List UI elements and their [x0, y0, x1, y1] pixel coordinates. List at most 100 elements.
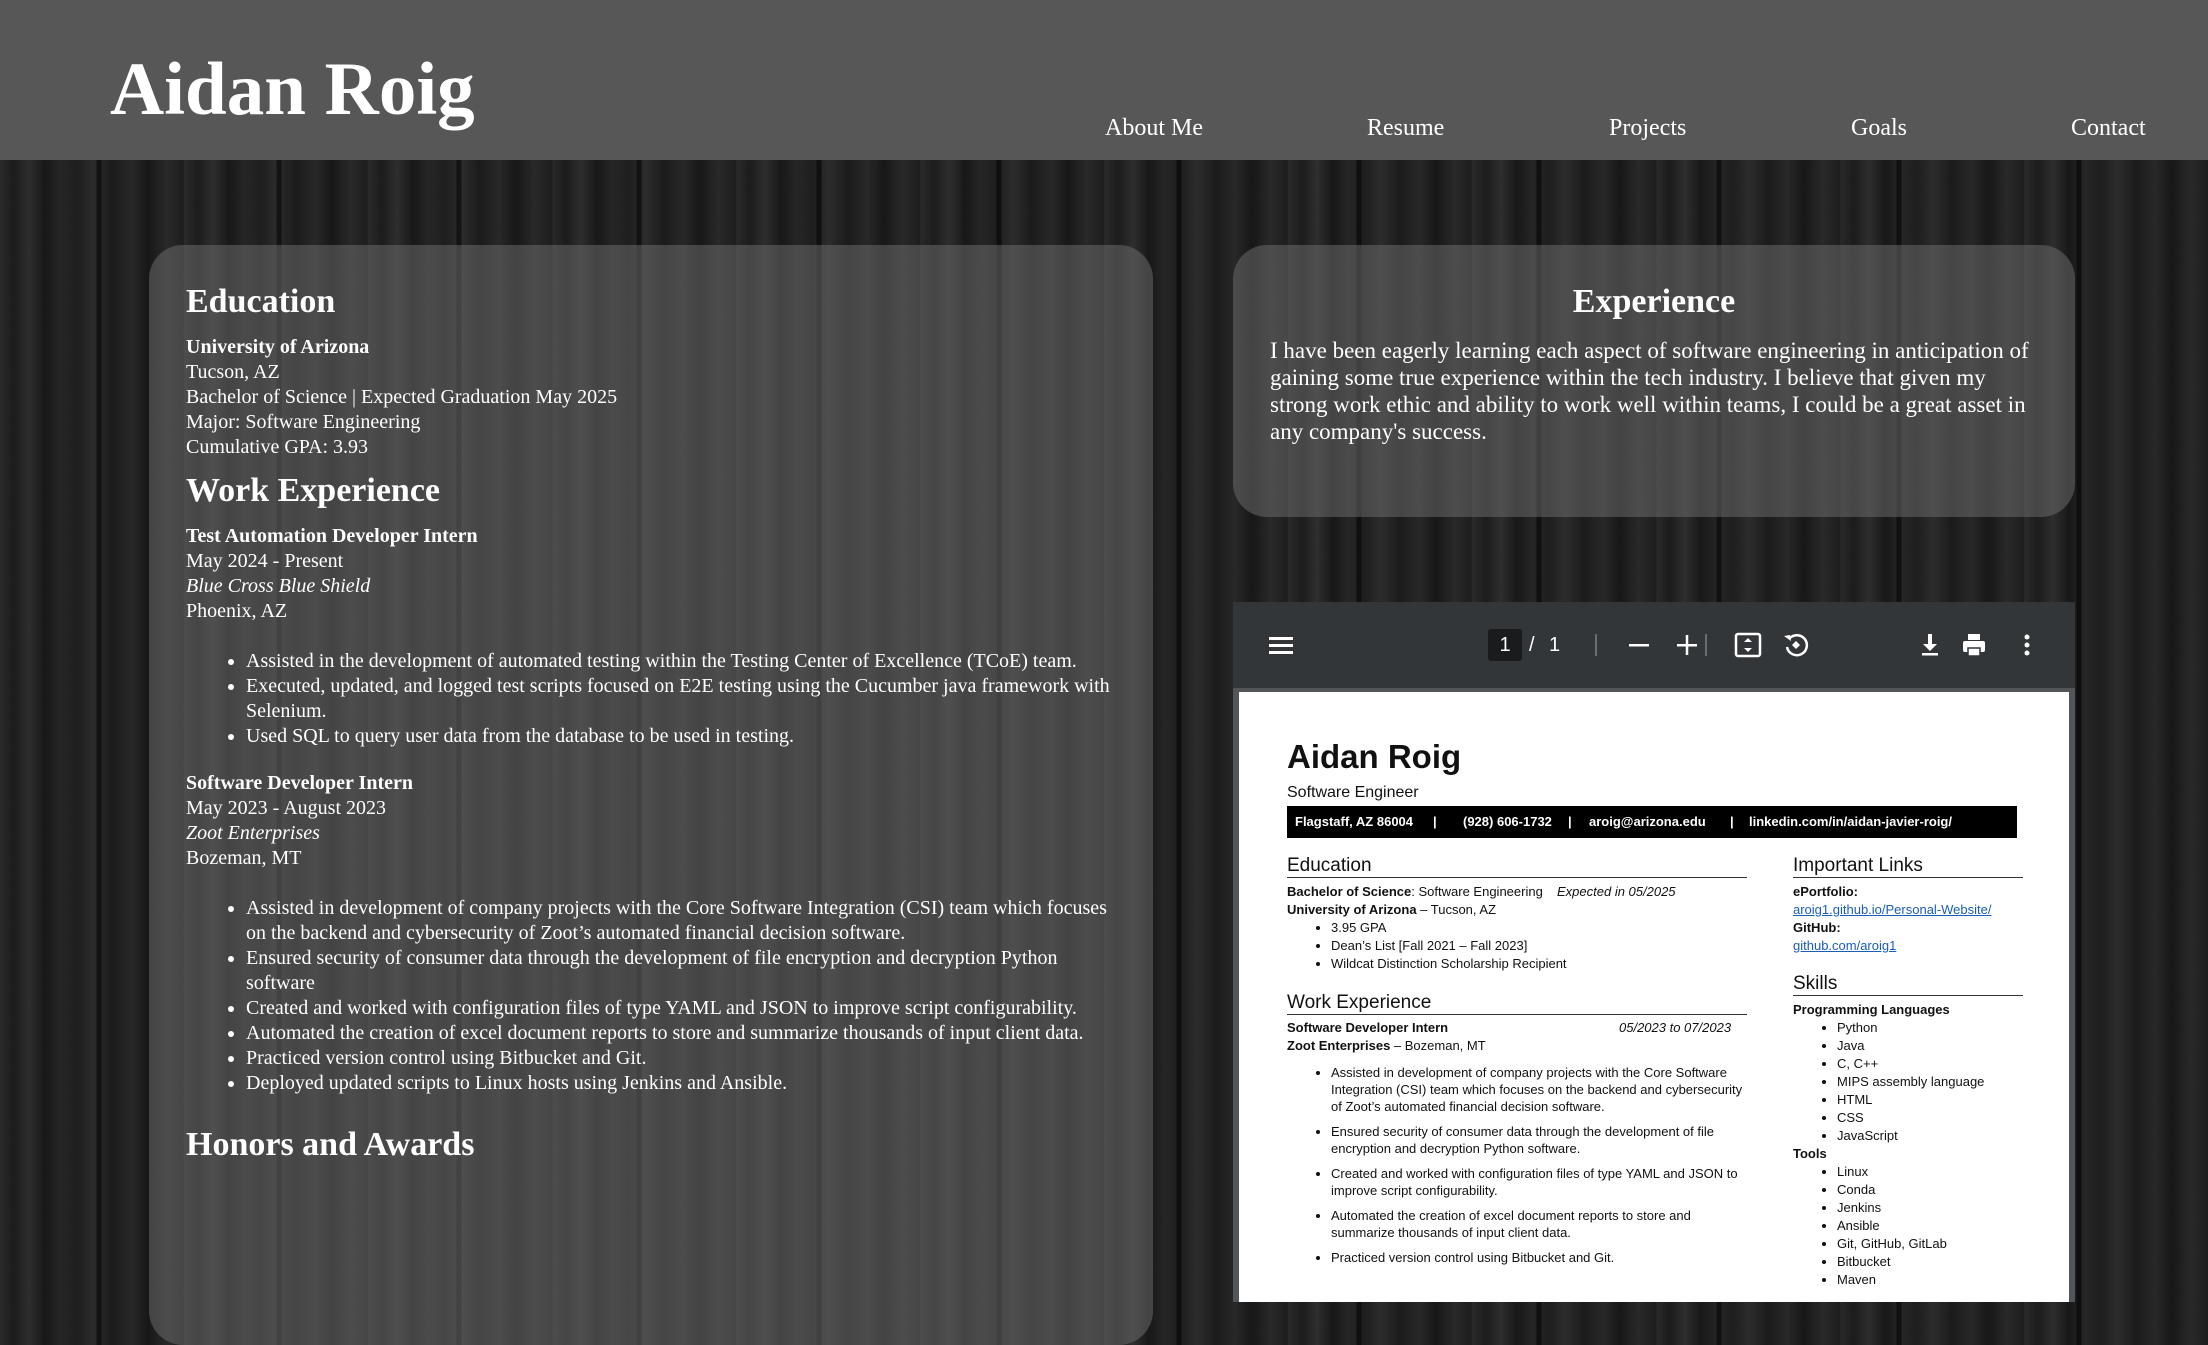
contact-divider: |: [1730, 814, 1734, 829]
school-name: University of Arizona: [186, 336, 370, 358]
list-item: CSS: [1837, 1109, 1984, 1127]
doc-degree-date: Expected in 05/2025: [1557, 884, 1676, 899]
doc-job-company: Zoot Enterprises – Bozeman, MT: [1287, 1038, 1486, 1053]
fit-page-icon[interactable]: [1733, 630, 1763, 660]
list-item: Dean’s List [Fall 2021 – Fall 2023]: [1331, 937, 1567, 955]
list-item: Deployed updated scripts to Linux hosts …: [246, 1071, 1116, 1096]
nav-goals[interactable]: Goals: [1851, 115, 1907, 142]
list-item: Jenkins: [1837, 1199, 1947, 1217]
more-icon[interactable]: [2012, 630, 2042, 660]
list-item: Executed, updated, and logged test scrip…: [246, 674, 1116, 724]
doc-skills-heading: Skills: [1793, 973, 2023, 996]
pdf-toolbar: 1 / 1: [1233, 602, 2075, 688]
school-location: Tucson, AZ: [186, 361, 280, 383]
list-item: Automated the creation of excel document…: [246, 1021, 1116, 1046]
experience-heading: Experience: [1572, 283, 1736, 320]
page-number-input[interactable]: 1: [1488, 629, 1522, 661]
list-item: Assisted in the development of automated…: [246, 649, 1116, 674]
list-item: Java: [1837, 1037, 1984, 1055]
doc-school: University of Arizona – Tucson, AZ: [1287, 902, 1497, 917]
doc-education-heading: Education: [1287, 855, 1747, 878]
page-separator: /: [1529, 634, 1535, 656]
pdf-viewer[interactable]: 1 / 1 Aidan Roig Software Engineer Flags…: [1233, 602, 2075, 1302]
honors-heading: Honors and Awards: [186, 1126, 475, 1163]
doc-tools-list: Linux Conda Jenkins Ansible Git, GitHub,…: [1815, 1163, 1947, 1289]
site-header: Aidan Roig About Me Resume Projects Goal…: [0, 0, 2208, 160]
degree-line: Bachelor of Science | Expected Graduatio…: [186, 386, 618, 408]
list-item: Created and worked with configuration fi…: [1331, 1165, 1751, 1199]
experience-panel: Experience I have been eagerly learning …: [1233, 245, 2075, 517]
list-item: MIPS assembly language: [1837, 1073, 1984, 1091]
doc-github-label: GitHub:: [1793, 920, 1841, 935]
job-title: Software Developer Intern: [186, 772, 413, 794]
toolbar-divider: [1705, 634, 1707, 656]
doc-job-bullets: Assisted in development of company proje…: [1309, 1064, 1751, 1274]
job-company: Blue Cross Blue Shield: [186, 575, 371, 597]
toolbar-divider: [1595, 634, 1597, 656]
nav-resume[interactable]: Resume: [1367, 115, 1444, 142]
experience-text: I have been eagerly learning each aspect…: [1270, 338, 2029, 444]
print-icon[interactable]: [1959, 630, 1989, 660]
doc-job-dates: 05/2023 to 07/2023: [1619, 1020, 1732, 1035]
education-block: University of Arizona Tucson, AZ Bachelo…: [186, 335, 1116, 460]
list-item: 3.95 GPA: [1331, 919, 1567, 937]
menu-icon[interactable]: [1266, 630, 1296, 660]
list-item: Maven: [1837, 1271, 1947, 1289]
gpa-line: Cumulative GPA: 3.93: [186, 436, 369, 458]
nav-contact[interactable]: Contact: [2071, 115, 2146, 142]
pdf-page: Aidan Roig Software Engineer Flagstaff, …: [1239, 692, 2069, 1302]
doc-eportfolio-link[interactable]: aroig1.github.io/Personal-Website/: [1793, 901, 1992, 919]
list-item: Python: [1837, 1019, 1984, 1037]
job-location: Bozeman, MT: [186, 847, 302, 869]
doc-links-heading: Important Links: [1793, 855, 2023, 878]
list-item: Conda: [1837, 1181, 1947, 1199]
doc-github-link[interactable]: github.com/aroig1: [1793, 937, 1896, 955]
job-title: Test Automation Developer Intern: [186, 525, 478, 547]
doc-eportfolio-label: ePortfolio:: [1793, 884, 1858, 899]
rotate-icon[interactable]: [1781, 630, 1811, 660]
list-item: Ensured security of consumer data throug…: [246, 946, 1116, 996]
nav-projects[interactable]: Projects: [1609, 115, 1686, 142]
resume-text-panel: Education University of Arizona Tucson, …: [149, 245, 1153, 1345]
download-icon[interactable]: [1915, 630, 1945, 660]
doc-name: Aidan Roig: [1287, 738, 1462, 775]
zoom-in-icon[interactable]: [1672, 630, 1702, 660]
doc-tools-label: Tools: [1793, 1146, 1827, 1161]
page-total: 1: [1549, 634, 1561, 656]
doc-work-heading: Work Experience: [1287, 992, 1747, 1015]
list-item: Ensured security of consumer data throug…: [1331, 1123, 1751, 1157]
major-line: Major: Software Engineering: [186, 411, 421, 433]
doc-languages-list: Python Java C, C++ MIPS assembly languag…: [1815, 1019, 1984, 1145]
list-item: Git, GitHub, GitLab: [1837, 1235, 1947, 1253]
work-experience-heading: Work Experience: [186, 472, 441, 509]
zoom-out-icon[interactable]: [1624, 630, 1654, 660]
list-item: Practiced version control using Bitbucke…: [1331, 1249, 1751, 1266]
list-item: Practiced version control using Bitbucke…: [246, 1046, 1116, 1071]
job-location: Phoenix, AZ: [186, 600, 288, 622]
list-item: Assisted in development of company proje…: [1331, 1064, 1751, 1115]
doc-degree: Bachelor of Science: Software Engineerin…: [1287, 884, 1543, 899]
doc-subtitle: Software Engineer: [1287, 784, 1419, 801]
contact-location: Flagstaff, AZ 86004: [1295, 814, 1414, 829]
list-item: HTML: [1837, 1091, 1984, 1109]
job-dates: May 2023 - August 2023: [186, 797, 386, 819]
list-item: JavaScript: [1837, 1127, 1984, 1145]
contact-bar: Flagstaff, AZ 86004 | (928) 606-1732 | a…: [1287, 806, 2017, 838]
doc-languages-label: Programming Languages: [1793, 1002, 1950, 1017]
contact-email: aroig@arizona.edu: [1589, 814, 1706, 829]
doc-edu-bullets: 3.95 GPA Dean’s List [Fall 2021 – Fall 2…: [1309, 919, 1567, 973]
list-item: Ansible: [1837, 1217, 1947, 1235]
job-company: Zoot Enterprises: [186, 822, 320, 844]
job-block: Software Developer Intern May 2023 - Aug…: [186, 771, 1116, 1096]
list-item: Linux: [1837, 1163, 1947, 1181]
contact-divider: |: [1433, 814, 1437, 829]
job-block: Test Automation Developer Intern May 202…: [186, 524, 1116, 749]
job-dates: May 2024 - Present: [186, 550, 344, 572]
list-item: C, C++: [1837, 1055, 1984, 1073]
nav-about-me[interactable]: About Me: [1105, 115, 1203, 142]
job-bullets: Assisted in the development of automated…: [186, 649, 1116, 749]
contact-linkedin: linkedin.com/in/aidan-javier-roig/: [1749, 814, 1952, 829]
list-item: Automated the creation of excel document…: [1331, 1207, 1751, 1241]
contact-phone: (928) 606-1732: [1463, 814, 1552, 829]
list-item: Bitbucket: [1837, 1253, 1947, 1271]
